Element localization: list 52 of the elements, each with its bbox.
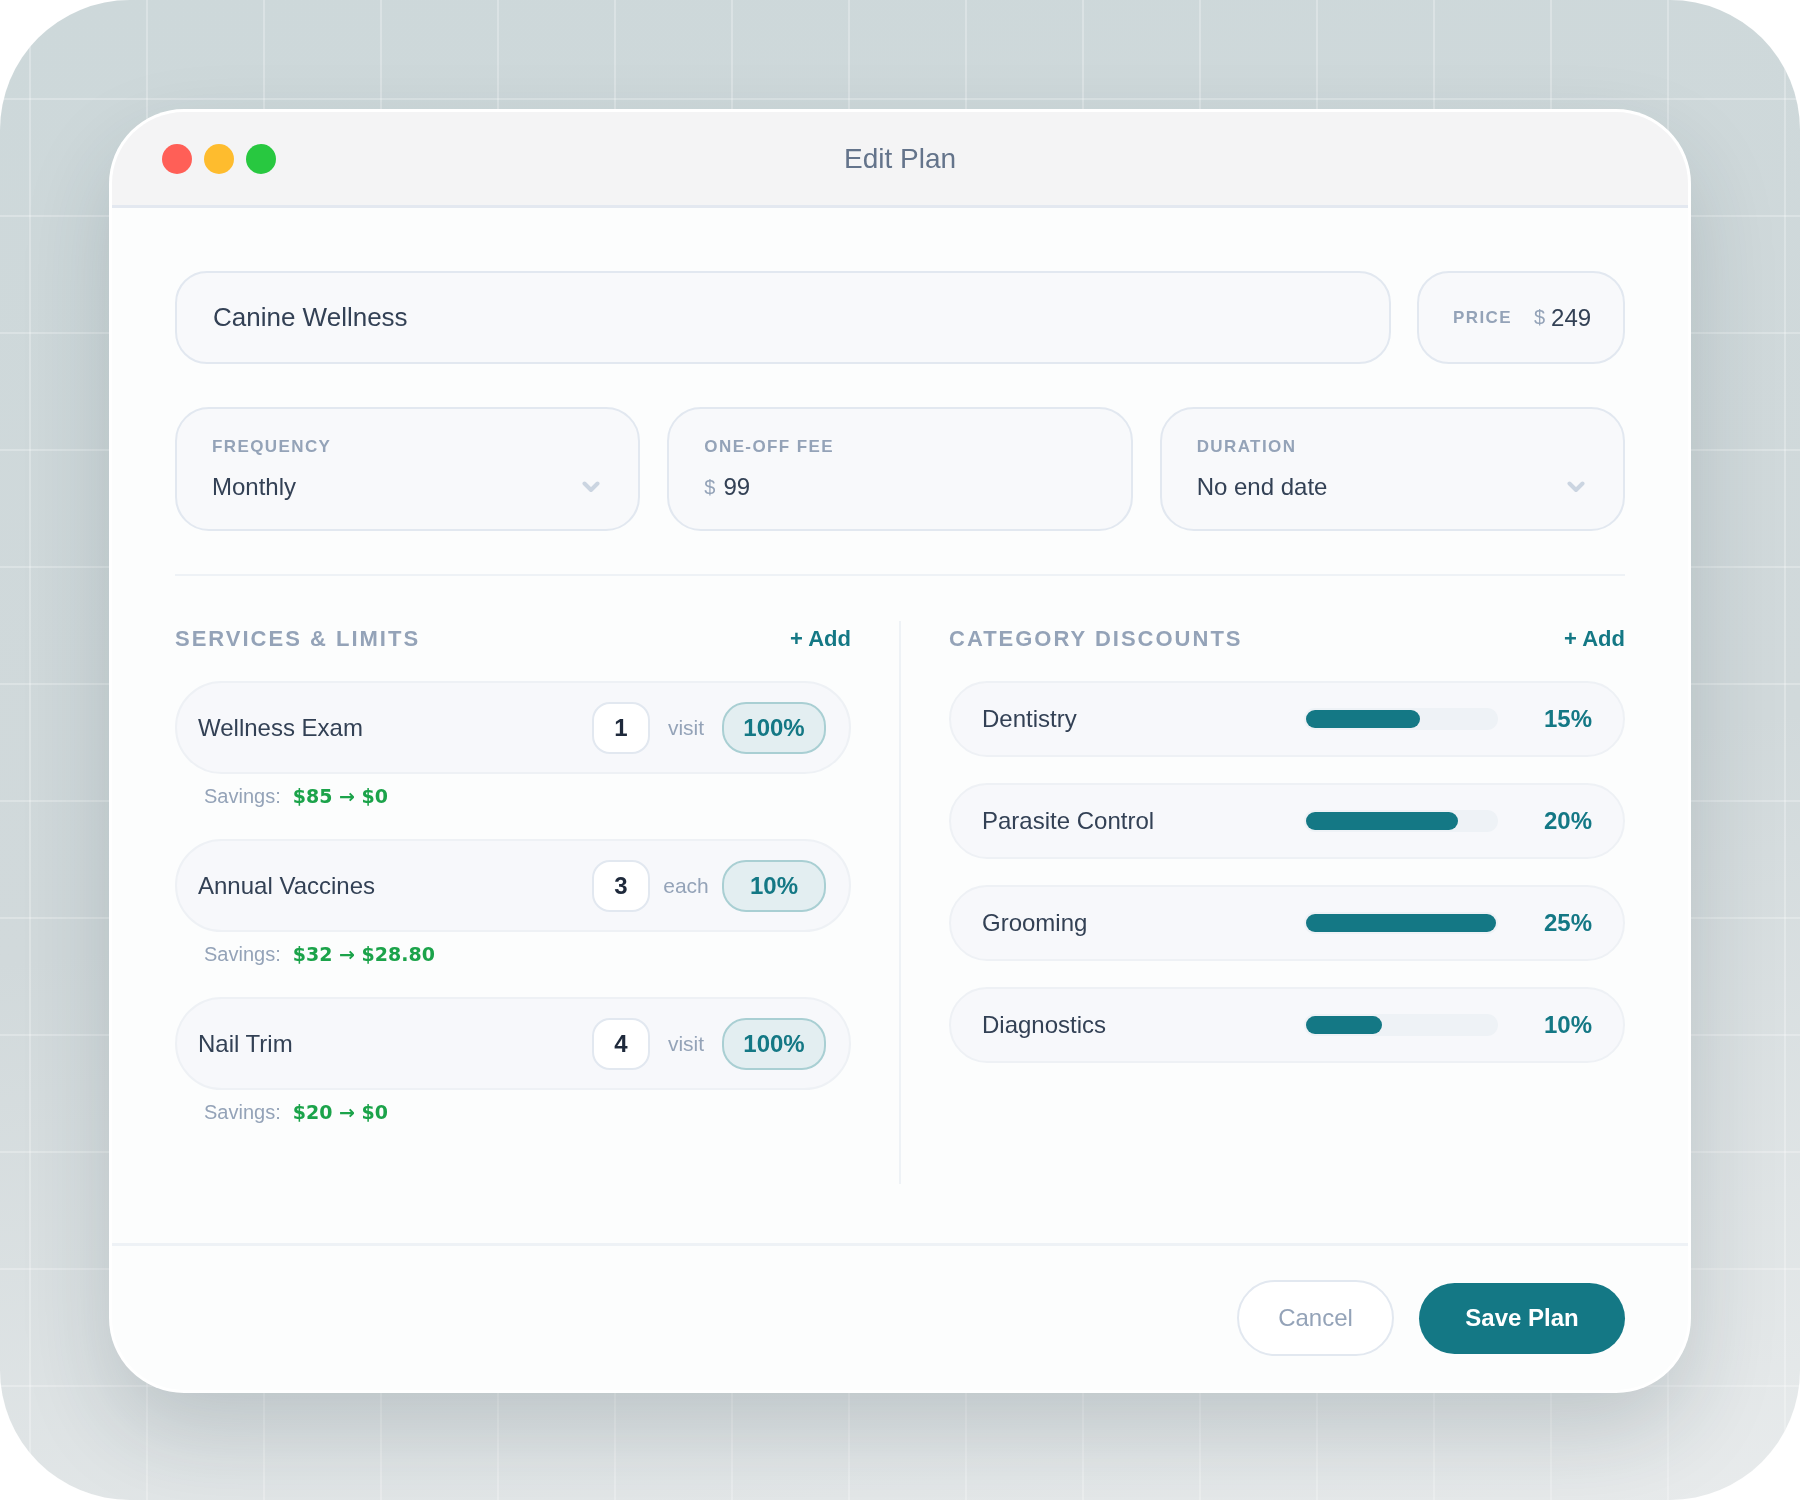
discount-percent: 20% (1542, 807, 1592, 835)
service-name: Annual Vaccines (198, 871, 376, 900)
savings-label: Savings: (204, 784, 281, 808)
currency-symbol: $ (704, 475, 716, 499)
save-button[interactable]: Save Plan (1419, 1282, 1625, 1354)
quantity-field[interactable]: 1 (592, 701, 650, 754)
field-label: ONE-OFF FEE (704, 437, 834, 457)
maximize-icon[interactable] (246, 143, 276, 174)
discount-badge: 10% (722, 859, 826, 912)
chevron-down-icon (582, 481, 601, 493)
window-title: Edit Plan (843, 142, 957, 175)
unit-label: each (662, 873, 710, 898)
category-name: Parasite Control (982, 807, 1156, 835)
unit-label: visit (666, 1031, 706, 1056)
field-label: PRICE (1453, 307, 1512, 328)
field-value: 99 (723, 473, 751, 501)
dropdown-field[interactable]: DURATION No end date (1159, 407, 1625, 531)
section-title: SERVICES & LIMITS (175, 626, 421, 652)
service-name: Nail Trim (198, 1029, 294, 1058)
add-link[interactable]: + Add (1564, 626, 1625, 652)
input-field[interactable]: ONE-OFF FEE $ 99 (667, 407, 1133, 531)
minimize-icon[interactable] (204, 143, 234, 174)
savings-value: $85 → $0 (292, 784, 388, 808)
discount-percent: 10% (1542, 1011, 1592, 1039)
discount-badge: 100% (722, 1017, 826, 1070)
chevron-down-icon (1567, 481, 1585, 493)
plan-name-field[interactable]: Canine Wellness (175, 271, 1391, 364)
discount-badge: 100% (722, 701, 826, 754)
discount-percent: 25% (1542, 909, 1592, 937)
add-link[interactable]: + Add (790, 626, 851, 652)
quantity-field[interactable]: 4 (592, 1017, 650, 1070)
field-label: DURATION (1196, 437, 1297, 457)
savings-value: $32 → $28.80 (292, 942, 435, 966)
discount-percent: 15% (1542, 705, 1592, 733)
price-field[interactable]: PRICE $ 249 (1417, 271, 1625, 364)
category-name: Diagnostics (982, 1011, 1108, 1039)
field-value: 249 (1551, 303, 1592, 332)
category-name: Grooming (982, 909, 1089, 937)
savings-label: Savings: (204, 942, 281, 966)
unit-label: visit (666, 715, 706, 740)
quantity-field[interactable]: 3 (592, 859, 650, 912)
service-name: Wellness Exam (198, 713, 364, 742)
dropdown-field[interactable]: FREQUENCY Monthly (175, 407, 641, 531)
savings-value: $20 → $0 (292, 1100, 388, 1124)
close-icon[interactable] (162, 143, 192, 174)
savings-label: Savings: (204, 1100, 281, 1124)
currency-symbol: $ (1533, 306, 1546, 329)
field-label: FREQUENCY (212, 437, 332, 457)
section-title: CATEGORY DISCOUNTS (949, 626, 1243, 652)
category-name: Dentistry (982, 705, 1078, 733)
field-value: Monthly (212, 473, 297, 501)
field-value: No end date (1196, 473, 1328, 501)
